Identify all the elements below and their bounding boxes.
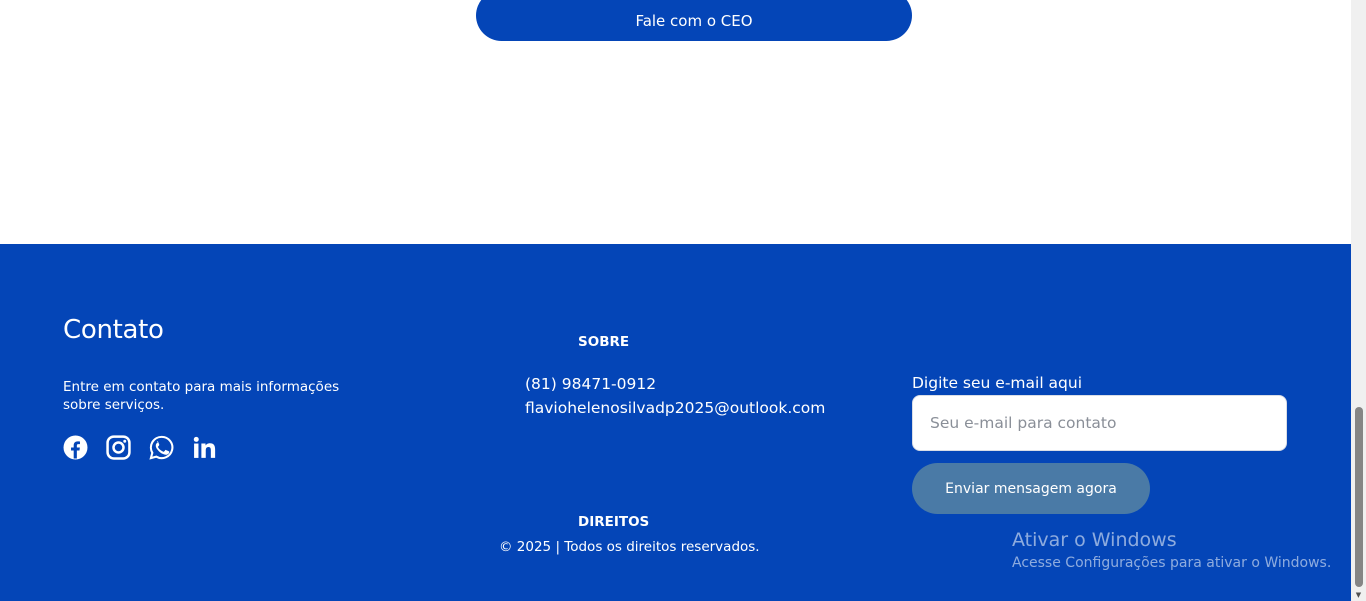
contact-title: Contato (63, 315, 164, 345)
direitos-heading: DIREITOS (578, 514, 650, 530)
vertical-scrollbar[interactable]: ▼ (1351, 0, 1366, 601)
watermark-title: Ativar o Windows (1012, 529, 1177, 551)
send-message-button[interactable]: Enviar mensagem agora (912, 463, 1150, 514)
scroll-down-arrow-icon[interactable]: ▼ (1354, 592, 1363, 599)
fale-com-ceo-button[interactable]: Fale com o CEO (476, 0, 912, 41)
top-section: Fale com o CEO (0, 0, 1351, 244)
contact-email: flaviohelenosilvadp2025@outlook.com (525, 399, 826, 417)
windows-activation-watermark: Ativar o Windows Acesse Configurações pa… (1012, 528, 1331, 574)
page: Fale com o CEO Contato Entre em contato … (0, 0, 1351, 601)
contact-phone: (81) 98471-0912 (525, 375, 657, 393)
linkedin-icon[interactable] (192, 435, 217, 460)
whatsapp-icon[interactable] (149, 435, 174, 460)
copyright-text: © 2025 | Todos os direitos reservados. (499, 539, 760, 555)
instagram-icon[interactable] (106, 435, 131, 460)
email-input-label: Digite seu e-mail aqui (912, 374, 1083, 392)
contact-description: Entre em contato para mais informações s… (63, 379, 340, 413)
scrollbar-thumb[interactable] (1355, 407, 1363, 587)
sobre-heading: SOBRE (578, 334, 630, 350)
facebook-icon[interactable] (63, 435, 88, 460)
social-links (63, 435, 217, 460)
email-input[interactable] (912, 395, 1287, 451)
footer: Contato Entre em contato para mais infor… (0, 244, 1351, 601)
watermark-subtitle: Acesse Configurações para ativar o Windo… (1012, 555, 1332, 571)
